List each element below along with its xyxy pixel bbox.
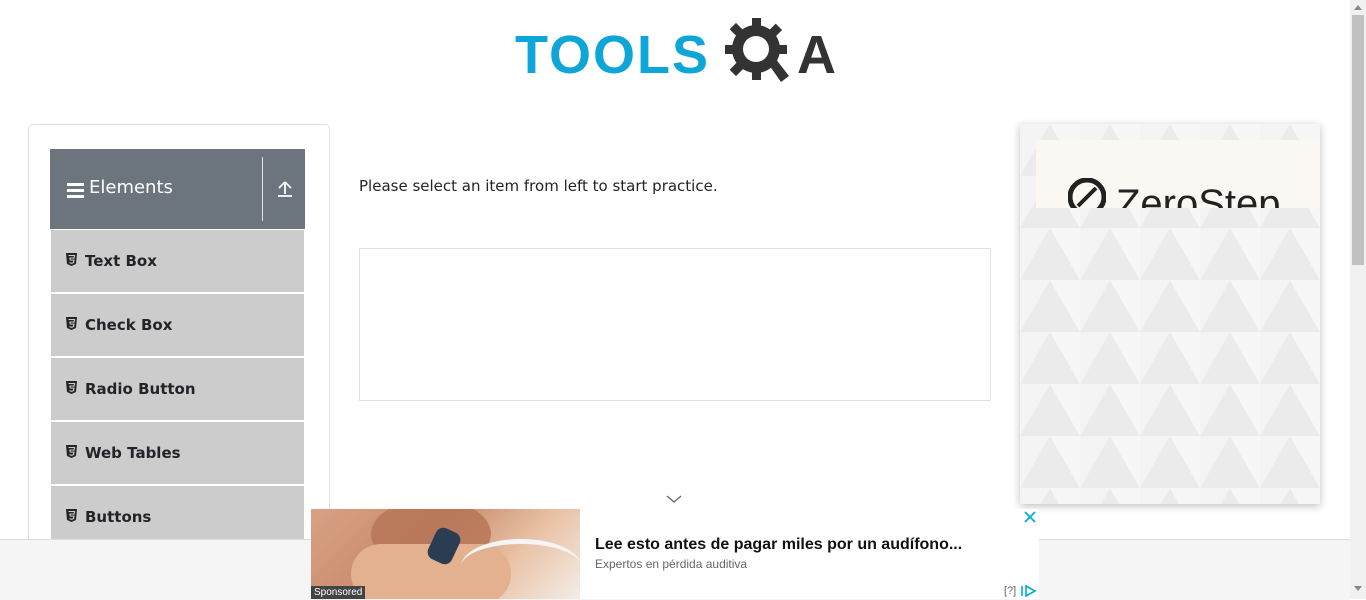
html5-icon [66,445,77,458]
chevron-down-icon[interactable] [666,494,682,504]
zerostep-logo-icon [1068,178,1106,208]
scroll-down-arrow-icon[interactable] [1354,586,1362,592]
scroll-thumb[interactable] [1352,15,1364,265]
ad-image[interactable]: Sponsored [311,509,580,599]
practice-area [359,248,991,401]
divider [262,157,263,221]
group-title: Elements [89,177,173,198]
toolsqa-logo[interactable]: TOOLS A [515,14,840,94]
practice-instruction: Please select an item from left to start… [359,177,718,195]
sponsored-label: Sponsored [311,586,366,599]
hamburger-icon [67,183,84,198]
right-ad[interactable]: ZeroStep [1020,124,1320,504]
ad-brand-text: ZeroStep [1116,182,1281,208]
elements-group-header[interactable]: Elements [50,149,305,229]
sidebar-item-label: Radio Button [85,380,196,398]
sidebar: Elements Text Box Check Box Radio Button… [28,124,330,556]
gear-magnifier-icon [725,18,789,82]
logo-suffix: A [797,25,836,85]
sidebar-item-web-tables[interactable]: Web Tables [51,422,304,486]
html5-icon [66,317,77,330]
collapse-upload-icon[interactable] [276,179,294,199]
html5-icon [66,253,77,266]
ad-banner[interactable]: ZeroStep [1036,140,1320,208]
sidebar-item-label: Web Tables [85,444,181,462]
sidebar-item-label: Buttons [85,508,152,526]
ad-title[interactable]: Lee esto antes de pagar miles por un aud… [595,536,962,554]
sidebar-item-label: Check Box [85,316,173,334]
html5-icon [66,381,77,394]
vertical-scrollbar[interactable] [1350,0,1366,599]
sidebar-item-check-box[interactable]: Check Box [51,294,304,358]
close-icon[interactable] [1023,510,1037,524]
sidebar-item-text-box[interactable]: Text Box [51,230,304,294]
sidebar-item-label: Text Box [85,252,157,270]
ad-help-link[interactable]: [?] [1004,585,1016,597]
adchoices-icon[interactable] [1020,585,1038,597]
sidebar-item-radio-button[interactable]: Radio Button [51,358,304,422]
html5-icon [66,509,77,522]
ad-subtitle: Expertos en pérdida auditiva [595,557,748,571]
scroll-up-arrow-icon[interactable] [1354,4,1362,10]
logo-text: TOOLS [515,25,711,85]
bottom-ad[interactable]: Sponsored Lee esto antes de pagar miles … [311,509,1039,599]
